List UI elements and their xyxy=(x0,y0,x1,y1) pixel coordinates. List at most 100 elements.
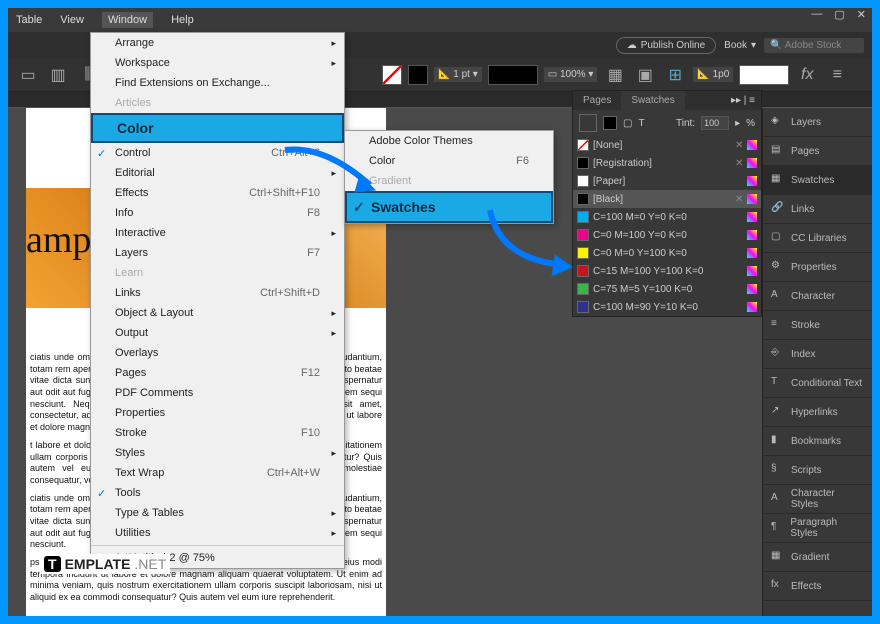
panel-tab-layers[interactable]: ◈Layers xyxy=(763,108,872,137)
cond-icon: T xyxy=(771,376,785,390)
fx-icon: fx xyxy=(771,579,785,593)
menu-item-properties[interactable]: Properties xyxy=(91,403,344,423)
search-input[interactable]: 🔍 Adobe Stock xyxy=(764,38,864,53)
stroke-icon: ≡ xyxy=(771,318,785,332)
menu-item-stroke[interactable]: StrokeF10 xyxy=(91,423,344,443)
menu-table[interactable]: Table xyxy=(16,14,42,26)
menu-item-find-extensions-on-exchange-[interactable]: Find Extensions on Exchange... xyxy=(91,73,344,93)
stroke-style[interactable] xyxy=(488,65,538,85)
menu-item-type-tables[interactable]: Type & Tables xyxy=(91,503,344,523)
pstyle-icon: ¶ xyxy=(771,521,784,535)
stroke-mini-swatch[interactable] xyxy=(603,116,617,130)
menu-item-arrange[interactable]: Arrange xyxy=(91,33,344,53)
swatch-row[interactable]: C=15 M=100 Y=100 K=0 xyxy=(573,262,761,280)
fill-mini-swatch[interactable] xyxy=(579,114,597,132)
swatch-row[interactable]: C=100 M=0 Y=0 K=0 xyxy=(573,208,761,226)
panel-tab-bookmarks[interactable]: ▮Bookmarks xyxy=(763,427,872,456)
panel-tab-links[interactable]: 🔗Links xyxy=(763,195,872,224)
menu-item-interactive[interactable]: Interactive xyxy=(91,223,344,243)
inset-input[interactable]: 📐 1p0 xyxy=(693,67,733,82)
swatch-row[interactable]: [Black]✕ xyxy=(573,190,761,208)
collapse-icon[interactable]: ▸▸ | ≡ xyxy=(725,91,761,110)
wrap-icon[interactable]: ▣ xyxy=(633,63,657,87)
swatch-row[interactable]: [Registration]✕ xyxy=(573,154,761,172)
panel-tab-pages[interactable]: ▤Pages xyxy=(763,137,872,166)
panel-tab-index[interactable]: ⎆Index xyxy=(763,340,872,369)
fx-icon[interactable]: fx xyxy=(795,63,819,87)
menu-item-tools[interactable]: ✓Tools xyxy=(91,483,344,503)
menu-item-overlays[interactable]: Overlays xyxy=(91,343,344,363)
swatch-row[interactable]: C=75 M=5 Y=100 K=0 xyxy=(573,280,761,298)
fill-swatch[interactable] xyxy=(382,65,402,85)
opacity-swatch[interactable] xyxy=(739,65,789,85)
lock-icon: ✕ xyxy=(735,140,745,150)
close-button[interactable]: ✕ xyxy=(857,8,866,21)
menu-item-styles[interactable]: Styles xyxy=(91,443,344,463)
scripts-icon: § xyxy=(771,463,785,477)
panel-menu-icon[interactable]: ≡ xyxy=(825,63,849,87)
page-icon[interactable]: ▭ xyxy=(16,63,40,87)
tab-pages[interactable]: Pages xyxy=(573,91,621,110)
tint-input[interactable] xyxy=(701,116,729,130)
menu-window[interactable]: Window xyxy=(102,12,153,28)
chevron-down-icon: ▾ xyxy=(751,40,756,51)
container-icon[interactable]: ▢ xyxy=(623,118,632,129)
panel-tab-paragraph-styles[interactable]: ¶Paragraph Styles xyxy=(763,514,872,543)
zoom-input[interactable]: ▭ 100% ▾ xyxy=(544,67,598,82)
swatch-row[interactable]: C=0 M=100 Y=0 K=0 xyxy=(573,226,761,244)
minimize-button[interactable]: — xyxy=(811,8,822,21)
panel-tab-character[interactable]: ACharacter xyxy=(763,282,872,311)
color-mode-icon xyxy=(747,176,757,186)
swatch-name: [Black] xyxy=(593,194,623,205)
align-icon[interactable]: ▦ xyxy=(603,63,627,87)
maximize-button[interactable]: ▢ xyxy=(834,8,844,21)
swatch-row[interactable]: [None]✕ xyxy=(573,136,761,154)
panel-tab-character-styles[interactable]: ACharacter Styles xyxy=(763,485,872,514)
swatch-name: [Registration] xyxy=(593,158,652,169)
menu-item-text-wrap[interactable]: Text WrapCtrl+Alt+W xyxy=(91,463,344,483)
color-mode-icon xyxy=(747,212,757,222)
distribute-icon[interactable]: ⊞ xyxy=(663,63,687,87)
type-icon[interactable]: T xyxy=(638,118,644,129)
menu-item-pdf-comments[interactable]: PDF Comments xyxy=(91,383,344,403)
menu-item-output[interactable]: Output xyxy=(91,323,344,343)
menu-item-pages[interactable]: PagesF12 xyxy=(91,363,344,383)
menu-item-workspace[interactable]: Workspace xyxy=(91,53,344,73)
swatch-row[interactable]: C=100 M=90 Y=10 K=0 xyxy=(573,298,761,316)
props-icon: ⚙ xyxy=(771,260,785,274)
menu-item-learn[interactable]: Learn xyxy=(91,263,344,283)
panel-tab-hyperlinks[interactable]: ↗Hyperlinks xyxy=(763,398,872,427)
menu-item-layers[interactable]: LayersF7 xyxy=(91,243,344,263)
menu-help[interactable]: Help xyxy=(171,14,194,26)
panel-tab-effects[interactable]: fxEffects xyxy=(763,572,872,601)
panel-tab-scripts[interactable]: §Scripts xyxy=(763,456,872,485)
window-menu: ArrangeWorkspaceFind Extensions on Excha… xyxy=(90,32,345,569)
watermark: T EMPLATE.NET xyxy=(40,554,170,574)
cstyle-icon: A xyxy=(771,492,785,506)
stroke-weight-input[interactable]: 📐 1 pt ▾ xyxy=(434,67,482,82)
swatch-row[interactable]: C=0 M=0 Y=100 K=0 xyxy=(573,244,761,262)
menu-item-color[interactable]: Color xyxy=(91,113,344,143)
arrow-annotation-2 xyxy=(480,200,580,280)
menu-item-utilities[interactable]: Utilities xyxy=(91,523,344,543)
workspace-dropdown[interactable]: Book ▾ xyxy=(724,40,756,51)
tint-slider-icon[interactable]: ▸ xyxy=(735,118,740,129)
menu-view[interactable]: View xyxy=(60,14,84,26)
guides-icon[interactable]: ▥ xyxy=(46,63,70,87)
panel-tab-gradient[interactable]: ▦Gradient xyxy=(763,543,872,572)
panel-tab-properties[interactable]: ⚙Properties xyxy=(763,253,872,282)
swatch-row[interactable]: [Paper] xyxy=(573,172,761,190)
menu-item-articles[interactable]: Articles xyxy=(91,93,344,113)
swatch-name: C=100 M=0 Y=0 K=0 xyxy=(593,212,687,223)
panel-tab-stroke[interactable]: ≡Stroke xyxy=(763,311,872,340)
panel-tab-swatches[interactable]: ▦Swatches xyxy=(763,166,872,195)
menu-item-links[interactable]: LinksCtrl+Shift+D xyxy=(91,283,344,303)
panel-tab-conditional-text[interactable]: TConditional Text xyxy=(763,369,872,398)
tab-swatches[interactable]: Swatches xyxy=(621,91,684,110)
menu-item-object-layout[interactable]: Object & Layout xyxy=(91,303,344,323)
color-mode-icon xyxy=(747,230,757,240)
stroke-swatch[interactable] xyxy=(408,65,428,85)
cc-icon: ▢ xyxy=(771,231,785,245)
panel-tab-cc-libraries[interactable]: ▢CC Libraries xyxy=(763,224,872,253)
publish-online-button[interactable]: ☁ Publish Online xyxy=(616,37,716,54)
